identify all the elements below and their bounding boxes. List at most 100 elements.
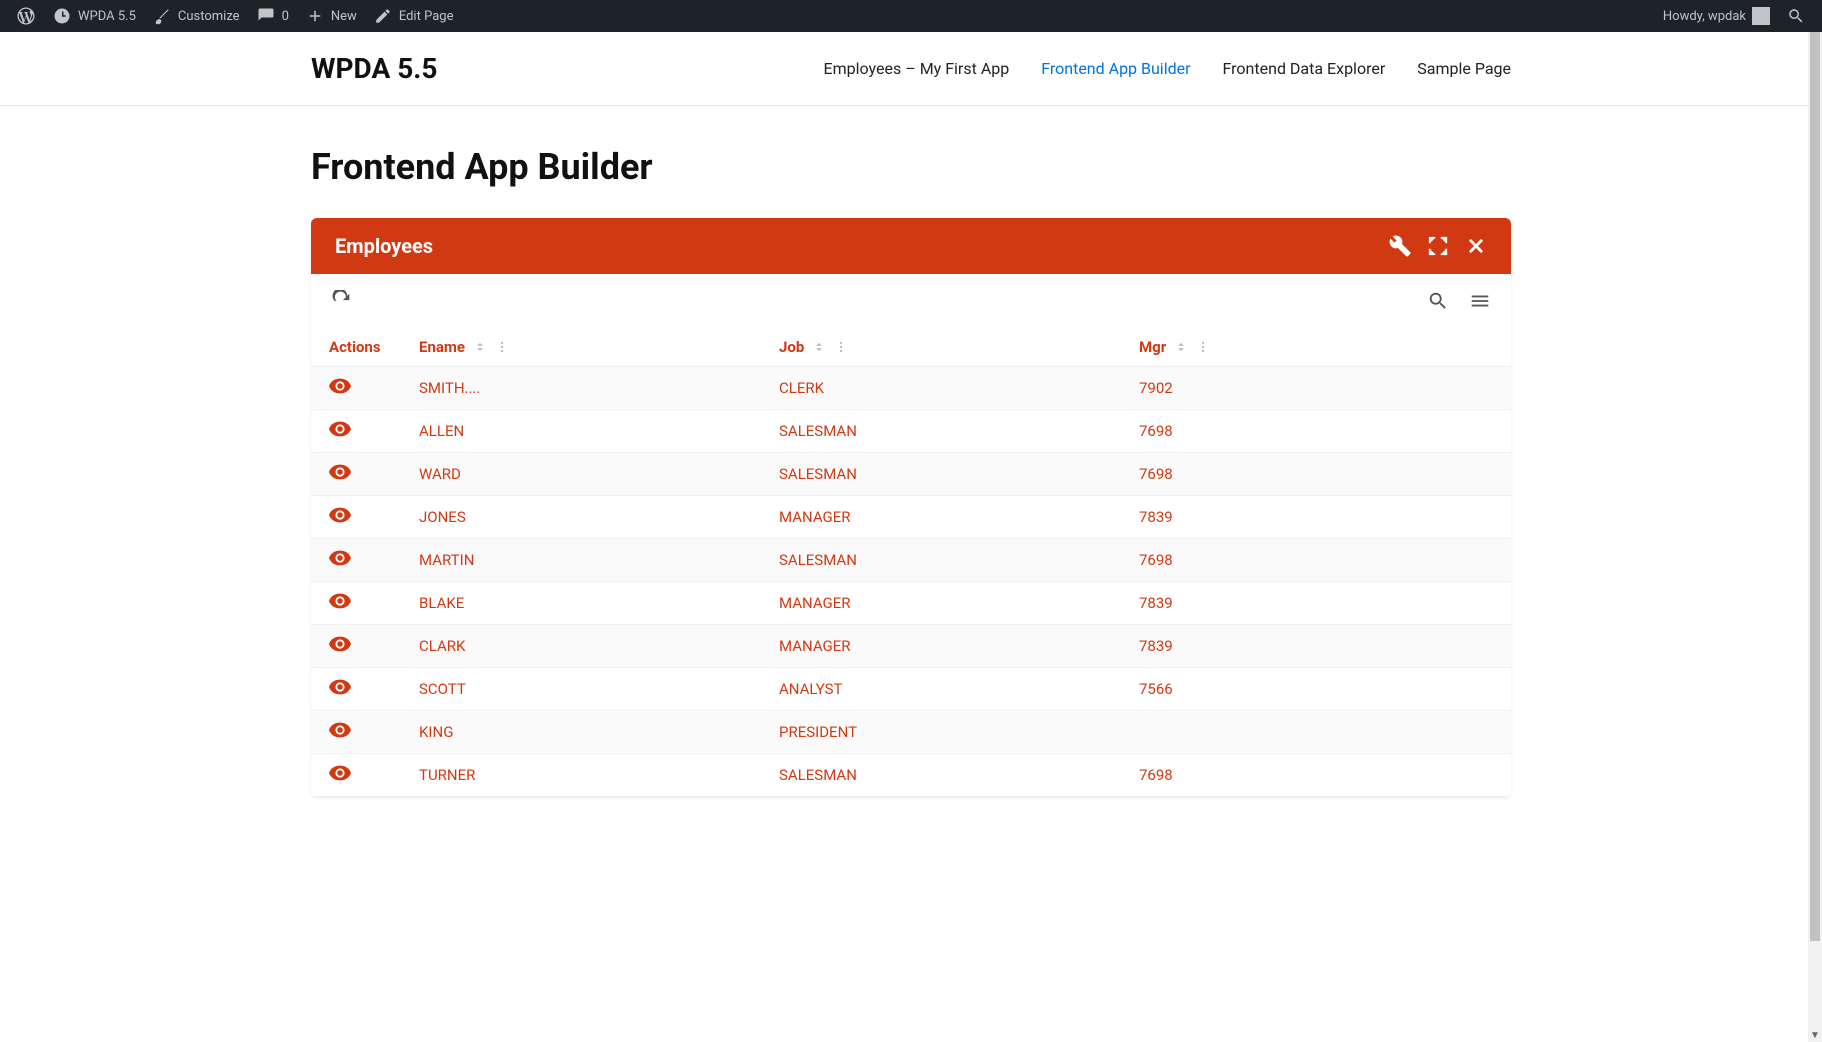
cell-ename: BLAKE — [401, 582, 761, 625]
table-row[interactable]: MARTIN SALESMAN 7698 — [311, 539, 1511, 582]
vertical-scrollbar[interactable]: ▲ ▼ — [1808, 32, 1822, 1042]
comments-menu[interactable]: 0 — [248, 0, 297, 32]
plus-icon — [305, 6, 325, 26]
panel-title: Employees — [335, 234, 433, 258]
search-icon — [1786, 6, 1806, 26]
view-icon[interactable] — [329, 679, 351, 695]
table-row[interactable]: ALLEN SALESMAN 7698 — [311, 410, 1511, 453]
col-header-actions: Actions — [311, 328, 401, 367]
cell-job: MANAGER — [761, 496, 1121, 539]
site-title[interactable]: WPDA 5.5 — [311, 52, 437, 85]
cell-mgr: 7698 — [1121, 453, 1511, 496]
scroll-down-arrow[interactable]: ▼ — [1808, 1028, 1822, 1042]
sort-icon[interactable] — [473, 340, 487, 354]
cell-mgr — [1121, 711, 1511, 754]
table-row[interactable]: SCOTT ANALYST 7566 — [311, 668, 1511, 711]
customize-menu[interactable]: Customize — [144, 0, 248, 32]
table-row[interactable]: JONES MANAGER 7839 — [311, 496, 1511, 539]
cell-mgr: 7698 — [1121, 539, 1511, 582]
cell-job: ANALYST — [761, 668, 1121, 711]
table-row[interactable]: CLARK MANAGER 7839 — [311, 625, 1511, 668]
menu-button[interactable] — [1467, 288, 1493, 314]
view-icon[interactable] — [329, 593, 351, 609]
more-icon[interactable] — [495, 340, 509, 354]
site-name-menu[interactable]: WPDA 5.5 — [44, 0, 144, 32]
cell-job: CLERK — [761, 367, 1121, 410]
view-icon[interactable] — [329, 507, 351, 523]
panel-header: Employees — [311, 218, 1511, 274]
brush-icon — [152, 6, 172, 26]
table-row[interactable]: SMITH.... CLERK 7902 — [311, 367, 1511, 410]
cell-ename: MARTIN — [401, 539, 761, 582]
wordpress-icon — [16, 6, 36, 26]
cell-ename: TURNER — [401, 754, 761, 797]
site-header: WPDA 5.5 Employees – My First App Fronte… — [0, 32, 1822, 106]
wp-admin-bar: WPDA 5.5 Customize 0 New Edit Page — [0, 0, 1822, 32]
nav-employees[interactable]: Employees – My First App — [824, 59, 1010, 78]
cell-job: SALESMAN — [761, 539, 1121, 582]
view-icon[interactable] — [329, 421, 351, 437]
col-header-ename[interactable]: Ename — [401, 328, 761, 367]
tools-icon[interactable] — [1389, 235, 1411, 257]
view-icon[interactable] — [329, 765, 351, 781]
sort-icon[interactable] — [1174, 340, 1188, 354]
employees-panel: Employees — [311, 218, 1511, 797]
scrollbar-thumb[interactable] — [1810, 32, 1820, 941]
howdy-text: Howdy, wpdak — [1663, 9, 1746, 24]
comment-icon — [256, 6, 276, 26]
new-label: New — [331, 9, 357, 24]
more-icon[interactable] — [834, 340, 848, 354]
cell-ename: WARD — [401, 453, 761, 496]
table-row[interactable]: WARD SALESMAN 7698 — [311, 453, 1511, 496]
cell-mgr: 7566 — [1121, 668, 1511, 711]
fullscreen-icon[interactable] — [1427, 235, 1449, 257]
cell-job: SALESMAN — [761, 754, 1121, 797]
page-content: Frontend App Builder Employees — [311, 106, 1511, 817]
dashboard-icon — [52, 6, 72, 26]
view-icon[interactable] — [329, 550, 351, 566]
cell-mgr: 7839 — [1121, 582, 1511, 625]
col-header-job[interactable]: Job — [761, 328, 1121, 367]
close-icon[interactable] — [1465, 235, 1487, 257]
cell-job: SALESMAN — [761, 453, 1121, 496]
cell-job: SALESMAN — [761, 410, 1121, 453]
pencil-icon — [373, 6, 393, 26]
customize-label: Customize — [178, 9, 240, 24]
table-row[interactable]: BLAKE MANAGER 7839 — [311, 582, 1511, 625]
search-button[interactable] — [1425, 288, 1451, 314]
cell-mgr: 7839 — [1121, 625, 1511, 668]
table-row[interactable]: KING PRESIDENT — [311, 711, 1511, 754]
main-nav: Employees – My First App Frontend App Bu… — [824, 59, 1511, 78]
nav-sample-page[interactable]: Sample Page — [1417, 59, 1511, 78]
edit-page-menu[interactable]: Edit Page — [365, 0, 462, 32]
employees-table: Actions Ename Job — [311, 328, 1511, 797]
table-row[interactable]: TURNER SALESMAN 7698 — [311, 754, 1511, 797]
admin-search[interactable] — [1778, 0, 1814, 32]
cell-job: MANAGER — [761, 625, 1121, 668]
panel-toolbar — [311, 274, 1511, 328]
view-icon[interactable] — [329, 636, 351, 652]
cell-ename: SMITH.... — [401, 367, 761, 410]
col-header-mgr[interactable]: Mgr — [1121, 328, 1511, 367]
nav-frontend-app-builder[interactable]: Frontend App Builder — [1041, 59, 1190, 78]
sort-icon[interactable] — [812, 340, 826, 354]
view-icon[interactable] — [329, 464, 351, 480]
cell-mgr: 7698 — [1121, 410, 1511, 453]
view-icon[interactable] — [329, 722, 351, 738]
new-content-menu[interactable]: New — [297, 0, 365, 32]
cell-ename: SCOTT — [401, 668, 761, 711]
refresh-button[interactable] — [329, 288, 355, 314]
more-icon[interactable] — [1196, 340, 1210, 354]
cell-job: PRESIDENT — [761, 711, 1121, 754]
wp-logo-menu[interactable] — [8, 0, 44, 32]
cell-mgr: 7902 — [1121, 367, 1511, 410]
nav-frontend-data-explorer[interactable]: Frontend Data Explorer — [1223, 59, 1386, 78]
cell-mgr: 7839 — [1121, 496, 1511, 539]
edit-page-label: Edit Page — [399, 9, 454, 24]
comments-count: 0 — [282, 9, 289, 24]
cell-ename: ALLEN — [401, 410, 761, 453]
cell-ename: CLARK — [401, 625, 761, 668]
cell-mgr: 7698 — [1121, 754, 1511, 797]
view-icon[interactable] — [329, 378, 351, 394]
user-menu[interactable]: Howdy, wpdak — [1655, 0, 1778, 32]
